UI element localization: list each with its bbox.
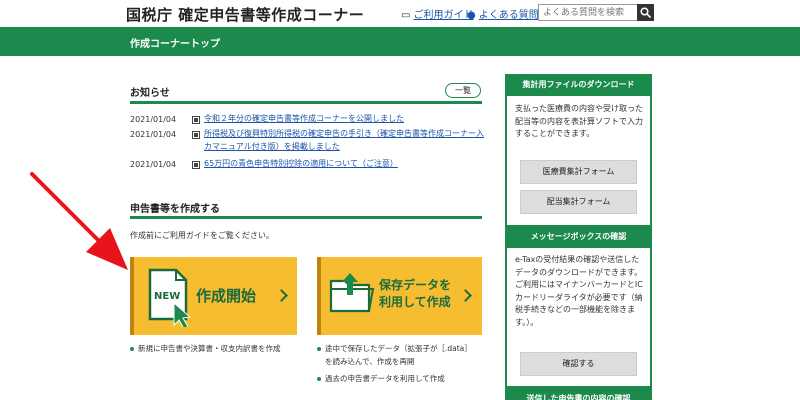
list-item: 新規に申告書や決算書・収支内訳書を作成	[130, 343, 281, 355]
check-messages-button[interactable]: 確認する	[520, 352, 637, 376]
notice-link[interactable]: 令和２年分の確定申告書等作成コーナーを公開しました	[204, 112, 404, 125]
load-data-button[interactable]: 保存データを 利用して作成	[317, 257, 482, 335]
notice-link[interactable]: 所得税及び復興特別所得税の確定申告の手引き（確定申告書等作成コーナー入 カマニュア…	[204, 127, 484, 153]
document-icon	[192, 161, 200, 169]
messagebox-title: メッセージボックスの確認	[505, 226, 652, 248]
create-intro: 作成前にご利用ガイドをご覧ください。	[130, 231, 274, 240]
search-button[interactable]	[637, 4, 654, 21]
medical-form-button[interactable]: 医療費集計フォーム	[520, 160, 637, 184]
faq-link[interactable]: ● よくある質問	[467, 6, 539, 21]
list-item: 途中で保存したデータ（拡張子が［.data］	[317, 343, 472, 355]
guide-label: ご利用ガイド	[413, 10, 474, 21]
create-title: 申告書等を作成する	[130, 204, 220, 215]
bullet-text: 新規に申告書や決算書・収支内訳書を作成	[138, 344, 281, 353]
bullet-text: 過去の申告書データを利用して作成	[325, 374, 445, 383]
faq-label: よくある質問	[478, 10, 539, 21]
bullet-text: 途中で保存したデータ（拡張子が［.data］	[325, 344, 472, 353]
page-title: 作成コーナートップ	[130, 39, 220, 50]
bullet-dot	[130, 347, 134, 351]
notice-link-line2: カマニュアル付き版）を掲載しました	[204, 142, 340, 151]
load-label-line2: 利用して作成	[379, 295, 451, 309]
start-create-label: 作成開始	[196, 287, 257, 305]
chevron-right-icon	[459, 289, 472, 302]
start-create-button[interactable]: NEW 作成開始	[130, 257, 297, 335]
create-divider	[130, 216, 482, 219]
guide-link[interactable]: ▭ ご利用ガイド	[401, 6, 473, 21]
notices-divider	[130, 101, 482, 104]
site-title[interactable]: 国税庁 確定申告書等作成コーナー	[126, 4, 364, 25]
messagebox-text: e-Taxの受付結果の確認や送信したデータのダウンロードができます。ご利用にはマ…	[515, 255, 643, 327]
new-document-icon: NEW	[148, 268, 192, 327]
chevron-right-icon	[275, 289, 288, 302]
load-data-label: 保存データを 利用して作成	[379, 277, 451, 311]
bullet-dot	[317, 377, 321, 381]
search-input[interactable]	[538, 4, 638, 21]
load-label-line1: 保存データを	[379, 278, 452, 292]
folder-upload-icon	[329, 273, 375, 313]
document-icon	[192, 131, 200, 139]
document-icon	[192, 116, 200, 124]
question-icon: ●	[467, 10, 476, 21]
dividend-form-button[interactable]: 配当集計フォーム	[520, 190, 637, 214]
book-icon: ▭	[401, 10, 411, 21]
download-title: 集計用ファイルのダウンロード	[505, 74, 652, 96]
sent-returns-title: 送信した申告書の内容の確認	[505, 388, 652, 400]
search-icon	[640, 7, 651, 18]
new-badge: NEW	[154, 291, 180, 302]
notice-link-line1: 所得税及び復興特別所得税の確定申告の手引き（確定申告書等作成コーナー入	[204, 129, 484, 138]
notices-list-button[interactable]: 一覧	[445, 83, 481, 98]
download-text: 支払った医療費の内容や受け取った配当等の内容を表計算ソフトで入力することができま…	[515, 104, 643, 138]
bullet-dot	[317, 347, 321, 351]
red-arrow-icon	[30, 172, 128, 270]
list-item: 過去の申告書データを利用して作成	[317, 373, 445, 385]
notice-link[interactable]: 65万円の青色申告特別控除の適用について（ご注意）	[204, 157, 398, 170]
list-item-continued: を読み込んで、作成を再開	[325, 357, 415, 366]
